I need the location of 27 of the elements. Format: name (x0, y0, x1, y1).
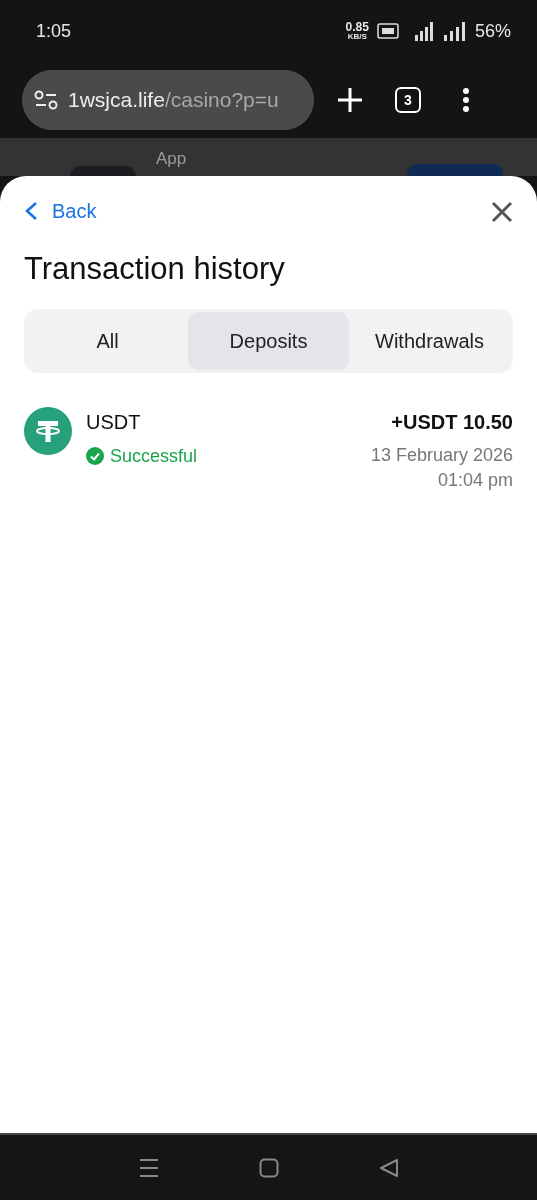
filter-tab[interactable]: Deposits (188, 311, 349, 370)
amount: +USDT 10.50 (390, 409, 513, 435)
tab-switcher-button[interactable]: 3 (386, 78, 430, 122)
recent-apps-icon[interactable] (138, 1157, 159, 1178)
battery-level: 56% (474, 19, 511, 43)
url-text: 1wsjca.life/casino?p=u (68, 87, 279, 114)
page-title: Transaction history (24, 250, 286, 288)
site-settings-icon[interactable] (34, 90, 58, 110)
home-icon[interactable] (258, 1157, 279, 1178)
back-icon[interactable] (378, 1157, 399, 1178)
filter-tab[interactable]: All (27, 311, 188, 370)
currency-name: USDT (86, 409, 142, 435)
chevron-left-icon (24, 201, 38, 221)
transaction-date: 13 February 2026 (370, 443, 513, 467)
app-label: App (156, 150, 187, 167)
plus-icon (337, 87, 363, 113)
status-text: Successful (110, 444, 198, 468)
close-icon[interactable] (491, 199, 513, 223)
signal-icon (442, 21, 467, 41)
coin-icon (24, 406, 72, 455)
network-speed: 0.85 KB/S (345, 21, 369, 41)
transaction-time: 01:04 pm (436, 468, 513, 492)
back-button[interactable]: Back (24, 196, 97, 226)
clock-time: 1:05 (36, 19, 72, 43)
filter-tab[interactable]: Withdrawals (349, 311, 510, 370)
app-icon (70, 166, 136, 176)
address-bar[interactable]: 1wsjca.life/casino?p=u (22, 70, 314, 130)
